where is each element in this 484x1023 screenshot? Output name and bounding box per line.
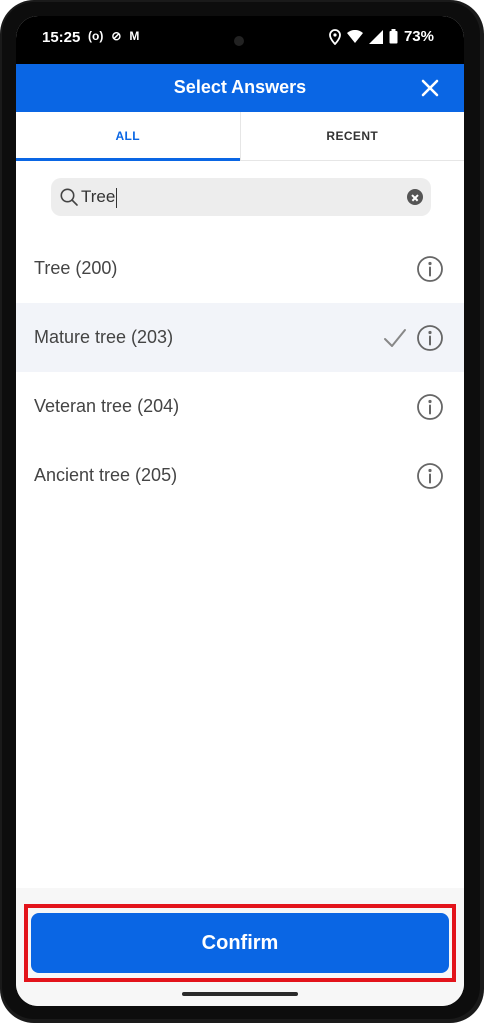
- tab-all[interactable]: ALL: [16, 112, 240, 161]
- check-icon: [384, 328, 406, 347]
- status-bar: 15:25 (o) ⊘ M 73%: [16, 16, 464, 64]
- gmail-icon: M: [129, 29, 140, 43]
- info-icon[interactable]: [416, 255, 444, 283]
- close-icon[interactable]: [418, 76, 442, 100]
- list-item[interactable]: Ancient tree (205): [16, 441, 464, 510]
- screen: 15:25 (o) ⊘ M 73% Select Answers ALL REC…: [16, 16, 464, 1006]
- text-cursor: [116, 187, 118, 208]
- confirm-button[interactable]: Confirm: [31, 913, 449, 973]
- list-item-label: Veteran tree (204): [34, 396, 180, 416]
- info-icon[interactable]: [416, 462, 444, 490]
- status-system-icons: 73%: [329, 28, 434, 45]
- search-input[interactable]: Tree: [51, 178, 431, 216]
- search-icon: [60, 188, 78, 206]
- list-item-label: Mature tree (203): [34, 327, 174, 347]
- clear-search-icon[interactable]: [407, 189, 423, 205]
- tab-recent[interactable]: RECENT: [239, 112, 465, 160]
- list-item-label: Tree (200): [34, 258, 118, 278]
- status-time: 15:25: [42, 29, 81, 46]
- search-value: Tree: [81, 187, 116, 206]
- wifi-icon: [346, 29, 363, 43]
- answers-list: Tree (200) Mature tree (203) Veteran tre…: [16, 234, 464, 510]
- signal-icon: [368, 29, 383, 44]
- dialog-footer: Confirm: [16, 888, 464, 1006]
- list-item-selected[interactable]: Mature tree (203): [16, 303, 464, 372]
- check-circle-icon: ⊘: [111, 29, 122, 43]
- front-camera: [234, 36, 244, 46]
- list-item[interactable]: Veteran tree (204): [16, 372, 464, 441]
- dialog-header: Select Answers: [16, 64, 464, 112]
- battery-percent: 73%: [403, 28, 434, 45]
- hotspot-icon: (o): [88, 29, 104, 43]
- status-notification-icons: (o) ⊘ M: [88, 29, 139, 43]
- tab-bar: ALL RECENT: [16, 112, 464, 161]
- location-icon: [329, 28, 341, 45]
- list-item-label: Ancient tree (205): [34, 465, 178, 485]
- home-indicator[interactable]: [182, 992, 298, 996]
- page-title: Select Answers: [173, 77, 307, 97]
- list-item[interactable]: Tree (200): [16, 234, 464, 303]
- info-icon[interactable]: [416, 393, 444, 421]
- battery-icon: [389, 29, 398, 44]
- info-icon[interactable]: [416, 324, 444, 352]
